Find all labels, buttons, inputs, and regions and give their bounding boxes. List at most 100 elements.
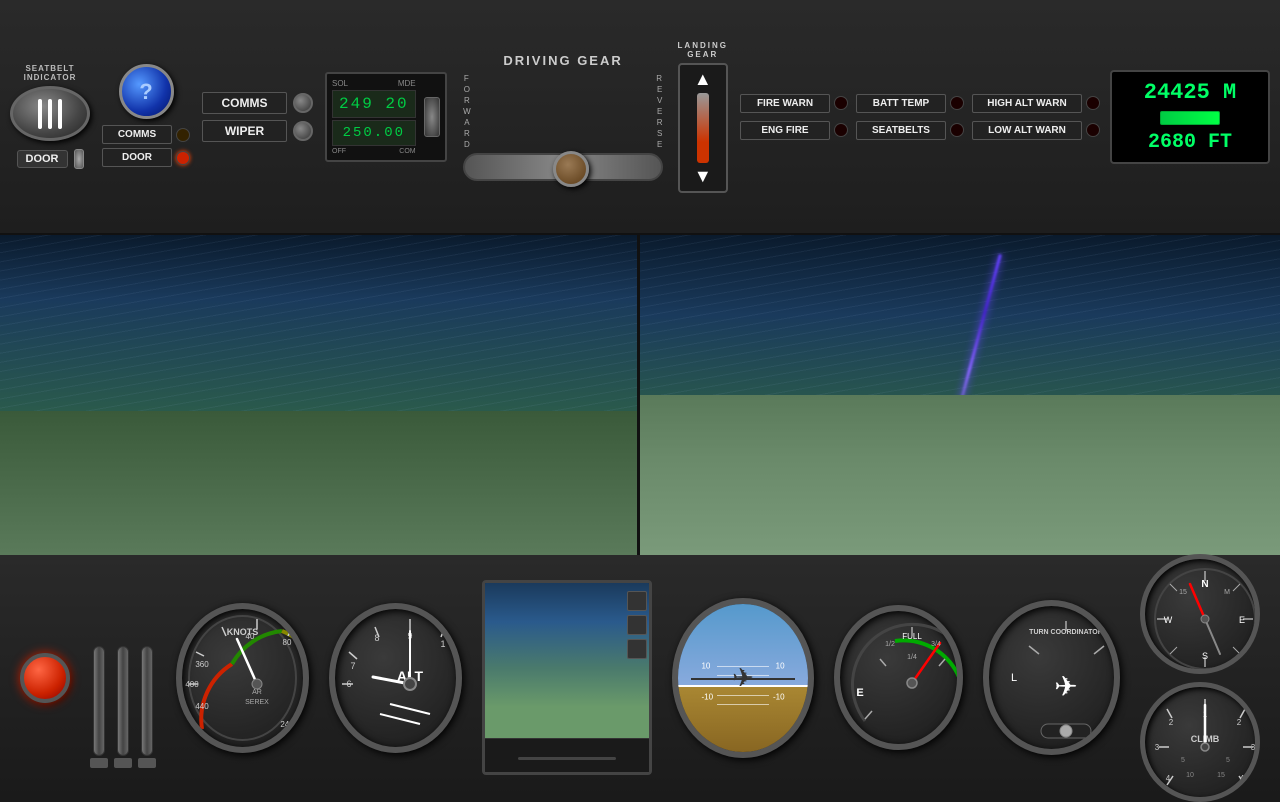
altitude-display: 24425 M 2680 FT [1110, 70, 1270, 164]
compass-gauge: N E S W 15 M [1140, 554, 1260, 674]
lever-handle-3 [141, 646, 153, 756]
vsi-gauge: 1 2 3 4 4 3 2 CLIMB 5 5 10 15 [1140, 682, 1260, 802]
turn-coord-svg: L R TURN COORDINATOR ✈ [989, 606, 1114, 749]
batt-temp-button[interactable]: BATT TEMP [856, 94, 946, 113]
svg-text:L: L [1011, 672, 1017, 684]
gear-labels-row: F O R W A R D R E V E R S E [463, 74, 663, 149]
svg-text:6: 6 [347, 679, 352, 689]
throttle-lever-3[interactable] [138, 646, 156, 768]
alt-bar-container [1124, 111, 1256, 125]
emergency-button[interactable] [20, 653, 70, 703]
radio-display-2: 250.00 [332, 120, 416, 146]
lever-handle-1 [93, 646, 105, 756]
landing-gear-label: LANDINGGEAR [678, 41, 728, 59]
svg-text:15: 15 [1179, 589, 1187, 596]
svg-text:1/4: 1/4 [907, 654, 917, 661]
fire-warn-button[interactable]: FIRE WARN [740, 94, 830, 113]
seatbelt-section: SEATBELTINDICATOR DOOR [10, 64, 90, 169]
svg-text:5: 5 [1226, 757, 1230, 764]
seatbelts-dot [950, 123, 964, 137]
comms-knob[interactable] [293, 93, 313, 113]
comms-wiper-section: COMMS WIPER [202, 89, 313, 145]
radio-section: SOL MDE 249 20 250.00 OFF COM [325, 72, 447, 162]
nav-btn-1[interactable] [627, 591, 647, 611]
flight-viewport [0, 235, 1280, 555]
svg-text:240: 240 [280, 720, 294, 729]
sol-label: SOL [332, 79, 348, 88]
small-gauge-section: N E S W 15 M [1140, 554, 1260, 802]
batt-section: BATT TEMP SEATBELTS [856, 92, 964, 142]
low-alt-warn-row: LOW ALT WARN [972, 121, 1100, 140]
door-row-1: DOOR [17, 149, 84, 169]
comms-warn-row: COMMS [102, 125, 190, 144]
off-label: OFF [332, 148, 346, 155]
door-indicator-dot [176, 151, 190, 165]
comms-indicator-section: ? COMMS DOOR [102, 64, 190, 169]
wiper-knob[interactable] [293, 121, 313, 141]
landing-gauge: ▲ ▼ [678, 63, 728, 193]
gear-knob[interactable] [553, 151, 589, 187]
nav-btn-3[interactable] [627, 639, 647, 659]
alt-gauge: 9 1 2 3 4 5 8 7 6 ALT [329, 603, 462, 753]
svg-text:1: 1 [441, 639, 446, 649]
batt-temp-row: BATT TEMP [856, 94, 964, 113]
seatbelts-button[interactable]: SEATBELTS [856, 121, 946, 140]
landing-gear-section: LANDINGGEAR ▲ ▼ [678, 41, 728, 193]
door-warn-box[interactable]: DOOR [102, 148, 172, 167]
door-label-1[interactable]: DOOR [17, 150, 68, 168]
svg-text:AR: AR [252, 689, 262, 696]
svg-text:2: 2 [1169, 718, 1174, 727]
wiper-button[interactable]: WIPER [202, 120, 287, 142]
fuel-gauge: E F FULL 1/4 3/4 1/2 [834, 605, 963, 750]
driving-gear-title: DRIVING GEAR [503, 53, 622, 68]
forward-label: F [464, 74, 470, 83]
viewport-left [0, 235, 640, 555]
speed-gauge-svg: 40 80 120 160 200 240 360 400 440 AR SER… [182, 609, 303, 747]
high-alt-warn-button[interactable]: HIGH ALT WARN [972, 94, 1082, 113]
radio-scroll[interactable] [424, 97, 440, 137]
svg-text:80: 80 [283, 638, 292, 647]
svg-text:✈: ✈ [1054, 671, 1077, 702]
svg-text:3/4: 3/4 [931, 641, 941, 648]
alt-bar [1160, 111, 1220, 125]
low-alt-dot [1086, 123, 1100, 137]
svg-text:400: 400 [185, 680, 199, 689]
comms-button[interactable]: COMMS [202, 92, 287, 114]
arrow-down: ▼ [694, 166, 712, 187]
throttle-lever-1[interactable] [90, 646, 108, 768]
alt-metric: 24425 M [1124, 80, 1256, 105]
terrain-right [640, 395, 1280, 555]
door-switch-1[interactable] [74, 149, 84, 169]
comms-row: COMMS [202, 92, 313, 114]
oval-line-3 [58, 99, 62, 129]
svg-text:10: 10 [1186, 772, 1194, 779]
comms-question-mark: ? [139, 79, 152, 105]
lever-base-3 [138, 758, 156, 768]
svg-text:440: 440 [195, 702, 209, 711]
svg-text:M: M [1224, 589, 1230, 596]
svg-text:1/2: 1/2 [885, 641, 895, 648]
gear-slider[interactable] [463, 153, 663, 181]
wiper-row: WIPER [202, 120, 313, 142]
comms-warn-box[interactable]: COMMS [102, 125, 172, 144]
seatbelts-row: SEATBELTS [856, 121, 964, 140]
seatbelt-indicator[interactable] [10, 86, 90, 141]
svg-text:4: 4 [1240, 774, 1245, 783]
nav-btn-2[interactable] [627, 615, 647, 635]
comms-indicator-dot [176, 128, 190, 142]
speed-gauge: KNOTS 40 80 120 160 200 240 360 400 [176, 603, 309, 753]
nav-screen [485, 583, 649, 738]
batt-temp-dot [950, 96, 964, 110]
nav-bottom [485, 738, 649, 775]
pitch-num-10: 10 [701, 661, 710, 670]
svg-text:S: S [1202, 651, 1208, 661]
eng-fire-button[interactable]: ENG FIRE [740, 121, 830, 140]
radio-top-labels: SOL MDE [332, 79, 416, 88]
throttle-lever-2[interactable] [114, 646, 132, 768]
lever-base-1 [90, 758, 108, 768]
svg-text:5: 5 [443, 723, 448, 733]
comms-circle[interactable]: ? [119, 64, 174, 119]
pitch-line-4 [717, 704, 769, 705]
oval-line-2 [48, 99, 52, 129]
low-alt-warn-button[interactable]: LOW ALT WARN [972, 121, 1082, 140]
